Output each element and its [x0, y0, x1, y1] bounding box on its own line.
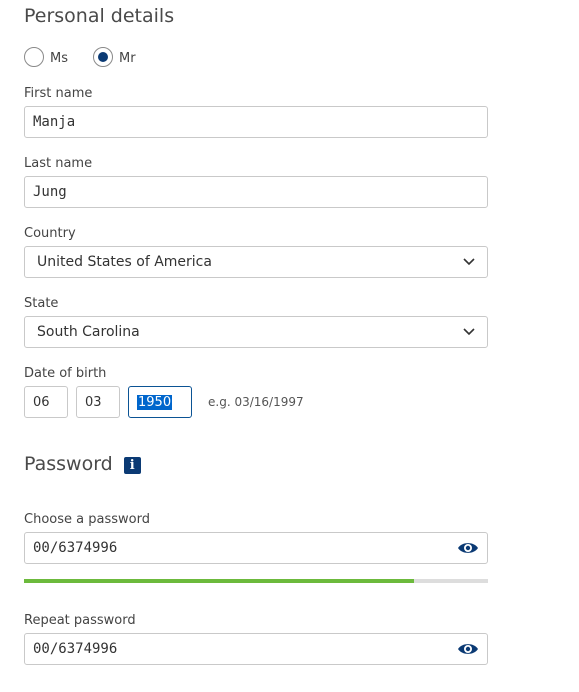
repeat-password-label: Repeat password: [24, 613, 136, 628]
radio-ms-label: Ms: [50, 51, 68, 66]
salutation-mr[interactable]: Mr: [93, 47, 136, 67]
repeat-password-input[interactable]: 00/6374996: [24, 633, 488, 665]
chevron-down-icon: [463, 258, 475, 266]
password-strength-fill: [24, 579, 414, 583]
dob-label: Date of birth: [24, 366, 107, 381]
state-value: South Carolina: [37, 324, 140, 340]
state-select[interactable]: South Carolina: [24, 316, 488, 348]
country-value: United States of America: [37, 254, 212, 270]
password-strength-meter: [24, 579, 488, 583]
info-icon[interactable]: i: [123, 456, 141, 474]
dob-month-input[interactable]: 06: [24, 386, 68, 418]
country-label: Country: [24, 226, 76, 241]
choose-password-value: 00/6374996: [33, 540, 118, 556]
choose-password-input[interactable]: 00/6374996: [24, 532, 488, 564]
first-name-label: First name: [24, 86, 93, 101]
state-label: State: [24, 296, 59, 311]
first-name-input[interactable]: Manja: [24, 106, 488, 138]
choose-password-label: Choose a password: [24, 512, 150, 527]
password-header: Password i: [24, 453, 141, 475]
dob-month-value: 06: [33, 394, 50, 410]
show-password-eye-icon[interactable]: [457, 642, 479, 656]
chevron-down-icon: [463, 328, 475, 336]
repeat-password-value: 00/6374996: [33, 641, 118, 657]
personal-details-title: Personal details: [24, 5, 175, 27]
last-name-input[interactable]: Jung: [24, 176, 488, 208]
dob-year-input[interactable]: 1950: [128, 386, 192, 418]
salutation-ms[interactable]: Ms: [24, 47, 68, 67]
dob-day-input[interactable]: 03: [76, 386, 120, 418]
radio-mr-selected-dot: [98, 52, 108, 62]
show-password-eye-icon[interactable]: [457, 541, 479, 555]
last-name-value: Jung: [33, 184, 67, 200]
dob-hint: e.g. 03/16/1997: [208, 395, 304, 409]
password-title: Password: [24, 453, 113, 475]
dob-year-value: 1950: [137, 394, 173, 410]
radio-ms[interactable]: [24, 47, 44, 67]
first-name-value: Manja: [33, 114, 76, 130]
radio-mr[interactable]: [93, 47, 113, 67]
radio-mr-label: Mr: [119, 51, 136, 66]
dob-day-value: 03: [85, 394, 102, 410]
country-select[interactable]: United States of America: [24, 246, 488, 278]
last-name-label: Last name: [24, 156, 93, 171]
